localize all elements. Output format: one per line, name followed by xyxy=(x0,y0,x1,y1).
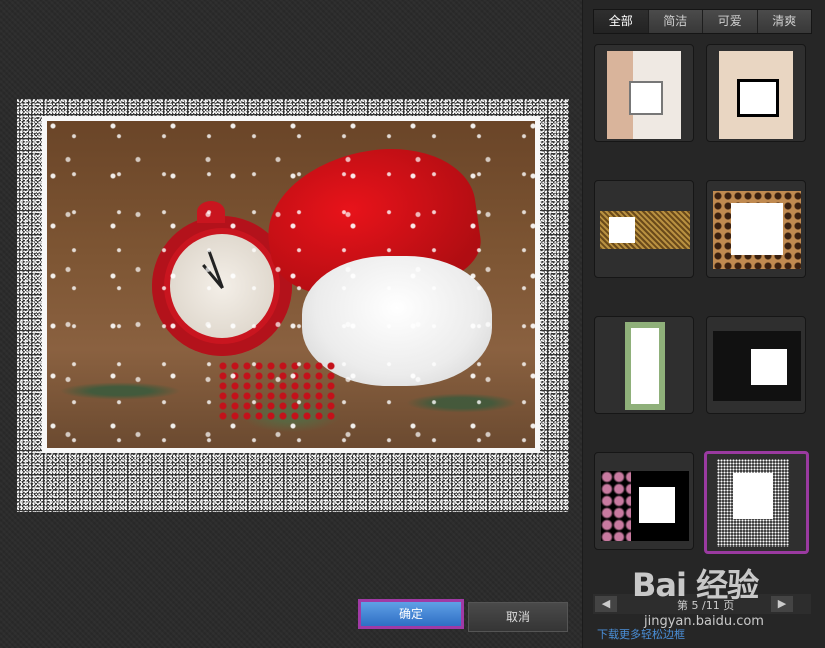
watermark-url: jingyan.baidu.com xyxy=(644,614,764,629)
ok-button[interactable]: 确定 xyxy=(358,599,464,629)
photo-border xyxy=(42,116,540,453)
frame-thumb[interactable] xyxy=(706,180,806,278)
frame-thumb-image xyxy=(625,322,665,410)
frame-thumb-image xyxy=(717,459,789,547)
tab-cute[interactable]: 可爱 xyxy=(703,10,758,33)
frame-thumb[interactable] xyxy=(594,180,694,278)
cancel-button[interactable]: 取消 xyxy=(468,602,568,632)
christmas-photo xyxy=(47,121,535,448)
arrow-left-icon[interactable]: ◀ xyxy=(595,596,617,612)
tab-all[interactable]: 全部 xyxy=(594,10,649,33)
frame-thumb[interactable] xyxy=(594,44,694,142)
tab-simple[interactable]: 简洁 xyxy=(648,10,703,33)
watermark-logo: Bai 经验 xyxy=(632,566,759,604)
frame-thumb[interactable] xyxy=(594,316,694,414)
frame-thumb[interactable] xyxy=(706,316,806,414)
tab-fresh[interactable]: 清爽 xyxy=(757,10,811,33)
frame-thumb-image xyxy=(601,471,689,541)
frame-preview xyxy=(17,99,569,512)
frame-thumb-image xyxy=(719,51,793,139)
frame-thumb[interactable] xyxy=(594,452,694,550)
category-tabs: 全部 简洁 可爱 清爽 xyxy=(593,9,812,34)
watermark: Bai 经验 jingyan.baidu.com xyxy=(632,560,812,640)
frame-thumb-image xyxy=(600,211,690,249)
frame-thumb-selected[interactable] xyxy=(704,451,809,554)
snow-overlay xyxy=(47,121,535,448)
frame-thumb[interactable] xyxy=(706,44,806,142)
frame-thumb-image xyxy=(713,331,801,401)
frame-thumb-image xyxy=(607,51,681,139)
frame-thumb-image xyxy=(713,191,801,269)
